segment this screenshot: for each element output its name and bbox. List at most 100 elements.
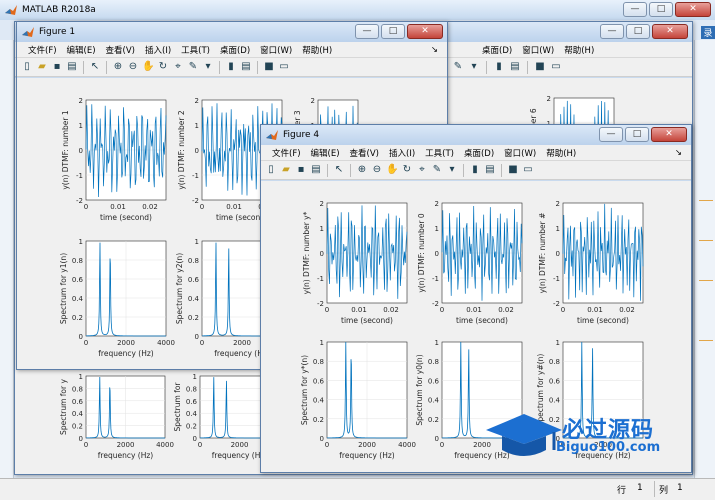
link-icon[interactable]: ▾ (202, 61, 214, 73)
plot-tools-icon[interactable]: ▭ (278, 61, 290, 73)
y-tick-label: 0.4 (313, 397, 325, 405)
y-tick-label: 0.4 (72, 410, 84, 418)
fig1-maximize-button[interactable]: □ (381, 24, 405, 39)
zoom-out-icon[interactable]: ⊖ (371, 164, 383, 176)
menu-tools[interactable]: 工具(T) (420, 147, 459, 159)
pointer-icon[interactable]: ↖ (333, 164, 345, 176)
legend-icon[interactable]: ▤ (509, 61, 521, 73)
open-folder-icon[interactable]: ▰ (36, 61, 48, 73)
legend-icon[interactable]: ▤ (240, 61, 252, 73)
y-tick-label: 0 (79, 435, 83, 443)
y-tick-label: 0.8 (72, 385, 83, 393)
main-maximize-button[interactable]: □ (649, 2, 673, 17)
fig4-minimize-button[interactable]: — (599, 127, 623, 142)
y-tick-label: 2 (311, 97, 315, 105)
link-icon[interactable]: ▾ (468, 61, 480, 73)
print-icon[interactable]: ▤ (66, 61, 78, 73)
pointer-icon[interactable]: ↖ (89, 61, 101, 73)
y-tick-label: -2 (317, 300, 324, 308)
new-file-icon[interactable]: ▯ (265, 164, 277, 176)
menu-dock-icon[interactable]: ↘ (426, 45, 443, 55)
main-close-button[interactable]: ✕ (675, 2, 711, 17)
main-title-bar: MATLAB R2018a — □ ✕ (0, 0, 715, 20)
fig4-maximize-button[interactable]: □ (625, 127, 649, 142)
menu-window[interactable]: 窗口(W) (255, 44, 297, 56)
data-cursor-icon[interactable]: ⌖ (172, 61, 184, 73)
menu-dock-icon[interactable]: ↘ (670, 148, 687, 158)
x-tick-label: 4000 (156, 441, 174, 449)
menu-view[interactable]: 查看(V) (345, 147, 384, 159)
save-icon[interactable]: ▪ (295, 164, 307, 176)
open-folder-icon[interactable]: ▰ (280, 164, 292, 176)
main-minimize-button[interactable]: — (623, 2, 647, 17)
menu-insert[interactable]: 插入(I) (384, 147, 420, 159)
fig1-minimize-button[interactable]: — (355, 24, 379, 39)
y-tick-label: 0.8 (313, 358, 324, 366)
colorbar-icon[interactable]: ▮ (225, 61, 237, 73)
back-menu-window[interactable]: 窗口(W) (517, 44, 559, 56)
menu-desktop[interactable]: 桌面(D) (459, 147, 499, 159)
fig4-close-button[interactable]: ✕ (651, 127, 687, 142)
menu-help[interactable]: 帮助(H) (541, 147, 581, 159)
x-tick-label: 0 (200, 203, 204, 211)
back-close-button[interactable]: ✕ (652, 24, 688, 39)
data-cursor-icon[interactable]: ⌖ (416, 164, 428, 176)
plot-tools-icon[interactable]: ▭ (522, 164, 534, 176)
grid-off-icon[interactable]: ■ (263, 61, 275, 73)
menu-file[interactable]: 文件(F) (267, 147, 306, 159)
y-tick-label: 0.2 (186, 423, 197, 431)
new-file-icon[interactable]: ▯ (21, 61, 33, 73)
grid-off-icon[interactable]: ■ (534, 61, 546, 73)
rotate-icon[interactable]: ↻ (401, 164, 413, 176)
spectrum-plot: 1 0.8 0.6 0.4 0.2 00 2000 4000 Spectrum for y*(n… (300, 339, 416, 460)
menu-desktop[interactable]: 桌面(D) (215, 44, 255, 56)
status-col-value: 1 (677, 483, 683, 493)
menu-insert[interactable]: 插入(I) (140, 44, 176, 56)
brush-icon[interactable]: ✎ (187, 61, 199, 73)
menu-file[interactable]: 文件(F) (23, 44, 62, 56)
y-tick-label: -2 (76, 197, 83, 205)
menu-edit[interactable]: 编辑(E) (306, 147, 345, 159)
rotate-icon[interactable]: ↻ (157, 61, 169, 73)
y-tick-label: -1 (553, 275, 560, 283)
back-maximize-button[interactable]: □ (626, 24, 650, 39)
x-tick-label: 4000 (398, 441, 416, 449)
colorbar-icon[interactable]: ▮ (469, 164, 481, 176)
menu-help[interactable]: 帮助(H) (297, 44, 337, 56)
y-tick-label: 0.4 (188, 295, 200, 303)
link-icon[interactable]: ▾ (446, 164, 458, 176)
pan-icon[interactable]: ✋ (142, 61, 154, 73)
x-axis-label: time (second) (577, 316, 629, 325)
save-icon[interactable]: ▪ (51, 61, 63, 73)
menu-window[interactable]: 窗口(W) (499, 147, 541, 159)
colorbar-icon[interactable]: ▮ (493, 61, 505, 73)
figure-4-title: Figure 4 (283, 130, 320, 140)
x-tick-label: 0 (561, 306, 565, 314)
x-tick-label: 0 (440, 306, 444, 314)
legend-icon[interactable]: ▤ (484, 164, 496, 176)
brush-icon[interactable]: ✎ (431, 164, 443, 176)
print-icon[interactable]: ▤ (310, 164, 322, 176)
menu-tools[interactable]: 工具(T) (176, 44, 215, 56)
back-minimize-button[interactable]: — (600, 24, 624, 39)
brush-icon[interactable]: ✎ (452, 61, 464, 73)
grid-off-icon[interactable]: ■ (507, 164, 519, 176)
fig1-close-button[interactable]: ✕ (407, 24, 443, 39)
y-tick-label: 0 (320, 435, 324, 443)
plot-tools-icon[interactable]: ▭ (550, 61, 562, 73)
y-tick-label: 0 (79, 333, 83, 341)
y-tick-label: 1 (79, 238, 83, 246)
zoom-in-icon[interactable]: ⊕ (356, 164, 368, 176)
menu-edit[interactable]: 编辑(E) (62, 44, 101, 56)
back-menu-desktop[interactable]: 桌面(D) (477, 44, 517, 56)
zoom-in-icon[interactable]: ⊕ (112, 61, 124, 73)
y-tick-label: 0.6 (549, 377, 561, 385)
x-tick-label: 0 (200, 339, 204, 347)
pan-icon[interactable]: ✋ (386, 164, 398, 176)
back-menu-help[interactable]: 帮助(H) (559, 44, 599, 56)
figure-1-title-bar: Figure 1 — □ ✕ (17, 22, 447, 42)
zoom-out-icon[interactable]: ⊖ (127, 61, 139, 73)
y-tick-label: 2 (435, 200, 439, 208)
menu-view[interactable]: 查看(V) (101, 44, 140, 56)
y-tick-label: 1 (195, 122, 199, 130)
